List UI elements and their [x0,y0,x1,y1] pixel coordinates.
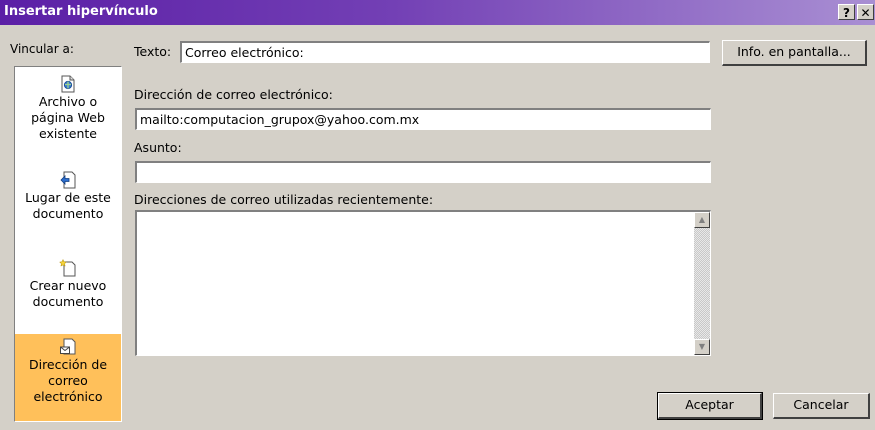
text-to-display-label: Texto: [134,44,172,59]
place-label-line: documento [32,206,104,221]
place-email-address[interactable]: Dirección de correo electrónico [15,334,121,421]
recent-emails-label: Direcciones de correo utilizadas recient… [134,192,434,207]
email-address-input[interactable]: mailto:computacion_grupox@yahoo.com.mx [135,108,711,130]
place-label-line: página Web [31,110,105,125]
place-in-document-icon [60,171,76,189]
email-address-label: Dirección de correo electrónico: [134,87,333,102]
scroll-up-icon[interactable]: ▲ [694,212,710,228]
place-label-line: Crear nuevo [29,278,107,293]
ok-button[interactable]: Aceptar [657,392,763,420]
close-button[interactable]: ✕ [857,4,874,20]
place-label-line: Dirección de [28,357,108,372]
place-label-line: existente [39,126,97,141]
screentip-button[interactable]: Info. en pantalla... [722,40,867,66]
place-label-line: documento [32,294,104,309]
place-label-line: electrónico [33,389,103,404]
help-button[interactable]: ? [838,4,855,20]
text-to-display-input[interactable]: Correo electrónico: [180,41,710,63]
title-bar: Insertar hipervínculo ? ✕ [0,0,875,25]
place-label-line: Lugar de este [25,190,111,205]
email-address-icon [60,338,76,355]
link-to-bar: Archivo o página Web existente Lugar de … [14,66,122,422]
web-file-icon [61,75,75,93]
link-to-label: Vincular a: [10,42,74,56]
place-label-line: Archivo o [38,94,98,109]
place-label-line: correo [48,373,88,388]
subject-input[interactable] [135,161,711,183]
recent-emails-list[interactable]: ▲ ▼ [135,210,711,356]
place-create-new-document[interactable]: Crear nuevo documento [15,259,121,323]
place-existing-file-or-web-page[interactable]: Archivo o página Web existente [15,75,121,155]
window-title: Insertar hipervínculo [4,4,158,19]
cancel-button[interactable]: Cancelar [773,393,870,419]
vertical-scrollbar[interactable]: ▲ ▼ [694,212,710,355]
new-document-icon [59,259,76,277]
scroll-down-icon[interactable]: ▼ [694,339,710,355]
place-in-this-document[interactable]: Lugar de este documento [15,171,121,235]
subject-label: Asunto: [134,140,182,155]
